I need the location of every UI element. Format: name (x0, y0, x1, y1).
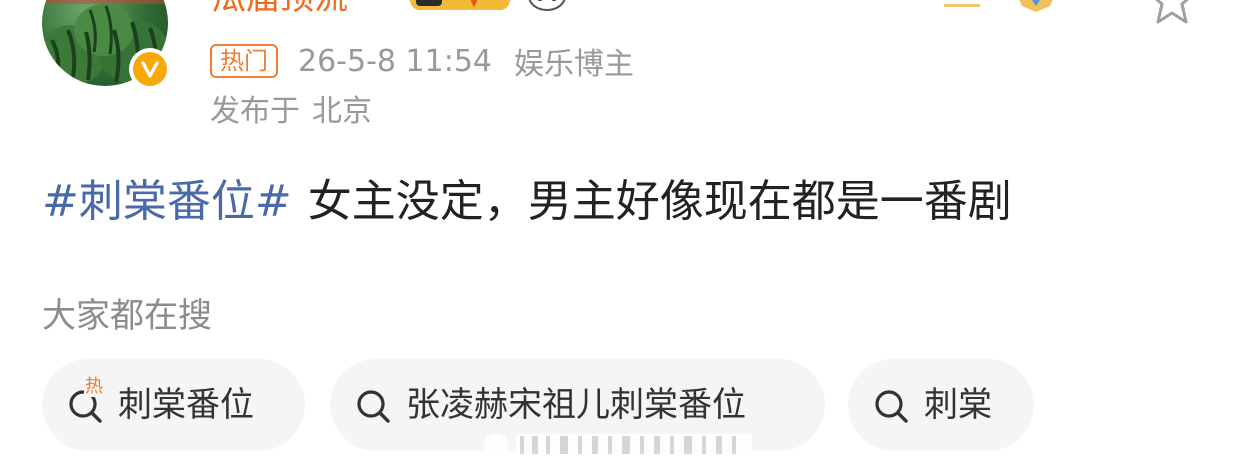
author-role: 娱乐博主 (514, 47, 634, 82)
search-chip-label: 张凌赫宋祖儿刺棠番位 (406, 385, 746, 425)
post-location: 发布于 北京 (210, 92, 372, 132)
search-icon (872, 385, 912, 425)
search-chip[interactable]: 刺棠 (848, 359, 1034, 451)
post-body: #刺棠番位# 女主没定，男主好像现在都是一番剧 (42, 174, 1012, 230)
level-badge-icon (410, 0, 510, 10)
search-suggestions-title: 大家都在搜 (42, 296, 212, 336)
search-chip-label: 刺棠番位 (118, 385, 254, 425)
location-city: 北京 (312, 94, 372, 129)
hashtag-link[interactable]: #刺棠番位# (42, 176, 292, 227)
hot-tag: 热门 (210, 44, 278, 78)
post-meta: 热门 26-5-8 11:54 娱乐博主 (210, 42, 634, 82)
username[interactable]: 瓜届顶流 (212, 0, 348, 18)
medal-decoration-icon (944, 0, 1053, 12)
location-prefix: 发布于 (210, 94, 300, 129)
search-chip[interactable]: 热 刺棠番位 (42, 359, 305, 451)
search-hot-icon: 热 (66, 377, 106, 425)
star-icon[interactable] (1146, 0, 1198, 28)
watermark-icon (484, 433, 752, 457)
panda-icon (528, 0, 566, 11)
verified-v-icon (141, 61, 159, 78)
post-timestamp: 26-5-8 11:54 (298, 43, 492, 79)
search-chip-label: 刺棠 (924, 385, 992, 425)
search-icon (354, 385, 394, 425)
post-body-text: 女主没定，男主好像现在都是一番剧 (307, 176, 1012, 227)
hot-mark: 热 (84, 376, 104, 397)
verified-badge (129, 48, 171, 90)
